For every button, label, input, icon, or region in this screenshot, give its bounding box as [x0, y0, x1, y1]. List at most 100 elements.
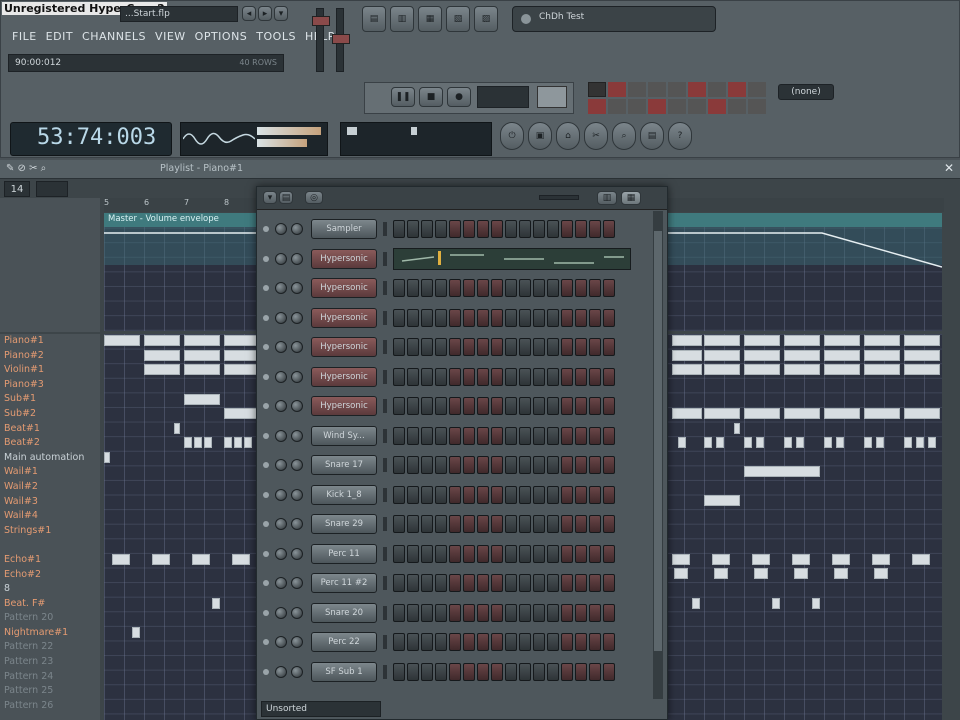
envelope-icon[interactable] — [36, 181, 68, 197]
step-button[interactable] — [449, 603, 461, 622]
keyboard-editor-button[interactable]: ▦ — [621, 191, 641, 205]
step-button[interactable] — [491, 574, 503, 592]
graph-editor-button[interactable]: ▥ — [597, 191, 617, 205]
step-button[interactable] — [477, 633, 489, 651]
pattern-clip[interactable] — [174, 423, 180, 434]
pattern-clip[interactable] — [192, 554, 210, 565]
pattern-clip[interactable] — [184, 437, 192, 448]
step-button[interactable] — [477, 603, 489, 622]
step-button[interactable] — [491, 279, 503, 297]
step-button[interactable] — [561, 220, 573, 238]
toggle-icon[interactable] — [688, 99, 706, 114]
channel-led-icon[interactable] — [263, 609, 269, 616]
volume-knob-icon[interactable] — [275, 252, 287, 265]
pattern-clip[interactable] — [912, 554, 930, 565]
channel-select-indicator[interactable] — [383, 222, 387, 236]
toggle-icon[interactable] — [648, 99, 666, 114]
step-button[interactable] — [421, 338, 433, 356]
volume-knob-icon[interactable] — [275, 370, 287, 383]
pattern-clip[interactable] — [784, 437, 792, 448]
track-label[interactable]: Piano#1 — [0, 334, 100, 349]
pattern-clip[interactable] — [184, 364, 220, 375]
step-button[interactable] — [463, 662, 475, 681]
channel-button[interactable]: Snare 17 — [311, 455, 377, 475]
pattern-clip[interactable] — [672, 408, 702, 419]
tool-icons[interactable]: ✎ ⊘ ✂ ⌕ — [6, 163, 46, 174]
step-button[interactable] — [505, 574, 517, 592]
channel-button[interactable]: Kick 1_8 — [311, 484, 377, 505]
track-label[interactable]: Pattern 20 — [0, 611, 100, 626]
volume-knob-icon[interactable] — [275, 341, 287, 353]
toggle-icon[interactable] — [708, 99, 726, 114]
pattern-clip[interactable] — [874, 568, 888, 579]
step-button[interactable] — [533, 515, 545, 533]
step-button[interactable] — [603, 308, 615, 327]
step-button[interactable] — [421, 485, 433, 504]
pan-knob-icon[interactable] — [291, 429, 303, 442]
pan-knob-icon[interactable] — [291, 311, 303, 324]
pattern-clip[interactable] — [864, 350, 900, 361]
track-label[interactable]: Wail#2 — [0, 480, 100, 495]
step-button[interactable] — [589, 426, 601, 445]
toggle-icon[interactable] — [648, 82, 666, 97]
volume-knob-icon[interactable] — [275, 636, 287, 648]
pattern-clip[interactable] — [744, 364, 780, 375]
pattern-clip[interactable] — [744, 350, 780, 361]
pattern-clip[interactable] — [836, 437, 844, 448]
step-button[interactable] — [589, 308, 601, 327]
step-button[interactable] — [407, 426, 419, 445]
step-button[interactable] — [393, 633, 405, 651]
step-button[interactable] — [505, 279, 517, 297]
step-button[interactable] — [449, 308, 461, 327]
channel-led-icon[interactable] — [263, 226, 269, 232]
playlist-icon[interactable]: ▤ — [362, 6, 386, 32]
step-button[interactable] — [547, 603, 559, 622]
step-sequencer-icon[interactable]: ▦ — [418, 6, 442, 32]
step-button[interactable] — [547, 397, 559, 415]
step-button[interactable] — [421, 544, 433, 563]
master-pitch-handle[interactable] — [332, 34, 350, 44]
pattern-clip[interactable] — [872, 554, 890, 565]
channel-button[interactable]: Wind Sy... — [311, 425, 377, 446]
pan-knob-icon[interactable] — [291, 488, 303, 501]
step-button[interactable] — [393, 308, 405, 327]
pattern-clip[interactable] — [824, 408, 860, 419]
step-button[interactable] — [519, 338, 531, 356]
channel-select-indicator[interactable] — [383, 487, 387, 502]
step-button[interactable] — [575, 456, 587, 474]
pattern-clip[interactable] — [672, 364, 702, 375]
step-button[interactable] — [533, 603, 545, 622]
step-button[interactable] — [407, 485, 419, 504]
step-button[interactable] — [449, 397, 461, 415]
volume-knob-icon[interactable] — [275, 429, 287, 442]
pattern-clip[interactable] — [904, 408, 940, 419]
step-button[interactable] — [449, 574, 461, 592]
step-button[interactable] — [407, 220, 419, 238]
step-button[interactable] — [463, 338, 475, 356]
pan-knob-icon[interactable] — [291, 577, 303, 589]
channel-led-icon[interactable] — [263, 491, 269, 498]
pattern-clip[interactable] — [224, 364, 260, 375]
channel-select-indicator[interactable] — [383, 251, 387, 266]
pattern-clip[interactable] — [832, 554, 850, 565]
channel-led-icon[interactable] — [263, 580, 269, 586]
pattern-clip[interactable] — [672, 554, 690, 565]
step-button[interactable] — [435, 338, 447, 356]
step-button[interactable] — [435, 426, 447, 445]
pattern-clip[interactable] — [756, 437, 764, 448]
channel-button[interactable]: Hypersonic — [311, 248, 377, 269]
pattern-clip[interactable] — [712, 554, 730, 565]
step-button[interactable] — [589, 456, 601, 474]
track-label[interactable]: Beat. F# — [0, 597, 100, 612]
step-button[interactable] — [393, 603, 405, 622]
pattern-clip[interactable] — [704, 335, 740, 346]
step-button[interactable] — [393, 515, 405, 533]
step-button[interactable] — [561, 485, 573, 504]
step-button[interactable] — [519, 515, 531, 533]
track-label[interactable]: Nightmare#1 — [0, 626, 100, 641]
track-label[interactable]: Echo#1 — [0, 553, 100, 568]
channel-button[interactable]: Perc 22 — [311, 632, 377, 652]
step-button[interactable] — [393, 279, 405, 297]
step-button[interactable] — [533, 367, 545, 386]
track-label[interactable]: Pattern 25 — [0, 684, 100, 699]
